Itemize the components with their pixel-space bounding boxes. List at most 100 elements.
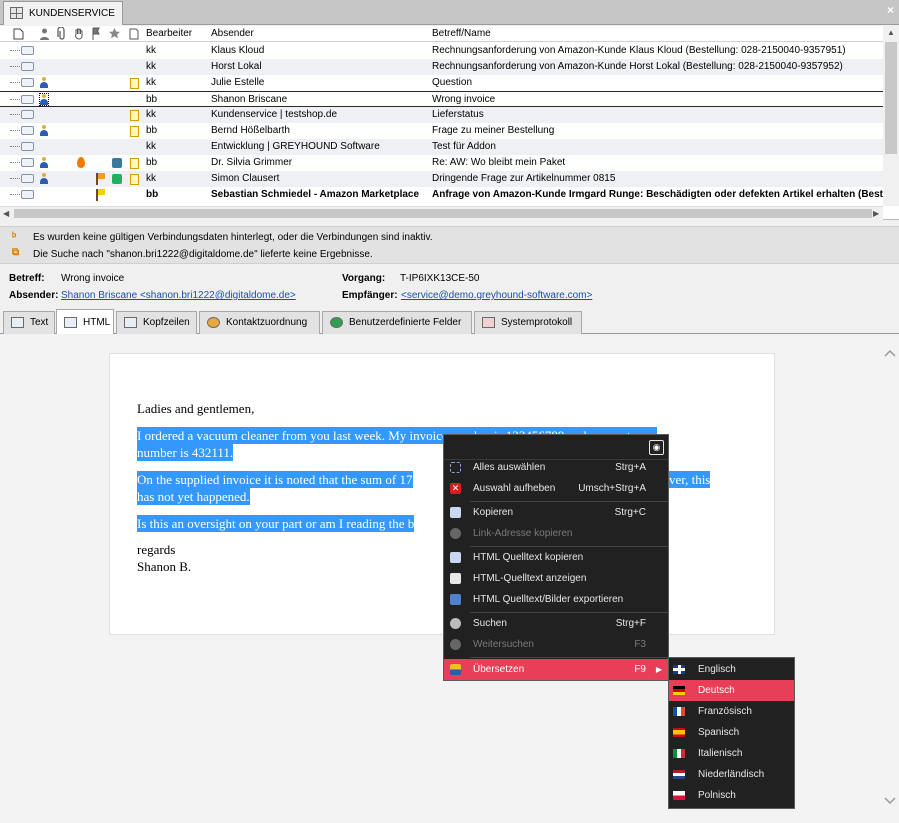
message-meta: Betreff: Wrong invoice Vorgang: T-IP6IXK… [0,268,899,304]
scroll-up-icon[interactable]: ▲ [887,28,895,37]
tab-kopfzeilen[interactable]: Kopfzeilen [116,311,197,334]
custom-fields-icon [330,317,343,328]
pin-icon[interactable]: ◉ [649,440,664,455]
cell-absender: Julie Estelle [211,77,265,88]
link-icon [450,528,461,539]
tab-kontaktzuordnung[interactable]: Kontaktzuordnung [199,311,320,334]
submenu-item-italienisch[interactable]: Italienisch [669,743,794,764]
cell-betreff: Rechnungsanforderung von Amazon-Kunde Ho… [432,61,843,72]
menu-item-search[interactable]: Suchen Strg+F [444,613,668,634]
col-betreff[interactable]: Betreff/Name [432,28,491,39]
submenu-item-franzoesisch[interactable]: Französisch [669,701,794,722]
cell-absender: Horst Lokal [211,61,262,72]
note-icon [130,110,139,121]
table-row[interactable]: bb Dr. Silvia Grimmer Re: AW: Wo bleibt … [0,155,883,171]
tab-html[interactable]: HTML [56,309,114,334]
col-absender[interactable]: Absender [211,28,254,39]
menu-item-export-html[interactable]: HTML Quelltext/Bilder exportieren [444,589,668,610]
contact-icon [40,157,48,168]
close-icon[interactable]: × [887,3,894,17]
flag-icon [96,189,105,201]
note-icon[interactable] [129,28,139,40]
menu-separator [470,657,668,658]
empfaenger-link[interactable]: <service@demo.greyhound-software.com> [401,290,592,301]
table-row[interactable]: kk Klaus Kloud Rechnungsanforderung von … [0,43,883,59]
cell-bearbeiter: kk [146,61,156,72]
app-tab-label: KUNDENSERVICE [29,8,115,19]
envelope-icon [21,46,34,55]
cell-bearbeiter: bb [146,189,159,200]
cell-absender: Kundenservice | testshop.de [211,109,338,120]
headers-icon [124,317,137,328]
chevron-up-icon[interactable] [884,349,896,357]
email-signature: Shanon B. [137,559,192,574]
table-row[interactable]: bb Bernd Hößelbarth Frage zu meiner Best… [0,123,883,139]
envelope-icon [21,110,34,119]
envelope-icon [21,190,34,199]
html-icon [64,317,77,328]
submenu-item-polnisch[interactable]: Polnisch [669,785,794,806]
info-bar: ᵇ Es wurden keine gültigen Verbindungsda… [0,226,899,264]
attachment-icon[interactable] [57,27,67,40]
cell-betreff: Question [432,77,473,88]
table-row[interactable]: kk Entwicklung | GREYHOUND Software Test… [0,139,883,155]
submenu-item-deutsch[interactable]: Deutsch [669,680,794,701]
scroll-thumb[interactable] [885,42,897,154]
table-row[interactable]: kk Kundenservice | testshop.de Liefersta… [0,107,883,123]
hand-icon[interactable] [74,27,84,40]
star-icon[interactable] [108,27,121,40]
chevron-down-icon[interactable] [884,797,896,805]
menu-item-copy[interactable]: Kopieren Strg+C [444,502,668,523]
table-row-unread[interactable]: bb Sebastian Schmiedel - Amazon Marketpl… [0,187,883,203]
email-regards: regards [137,542,176,557]
app-tab-kundenservice[interactable]: KUNDENSERVICE [3,1,123,25]
email-paragraph-2a: On the supplied invoice it is noted that… [137,471,413,488]
submenu-item-spanisch[interactable]: Spanisch [669,722,794,743]
col-bearbeiter[interactable]: Bearbeiter [146,28,192,39]
table-row[interactable]: kk Simon Clausert Dringende Frage zur Ar… [0,171,883,187]
page-icon[interactable] [13,28,24,40]
table-row[interactable]: kk Horst Lokal Rechnungsanforderung von … [0,59,883,75]
table-row-selected[interactable]: bb Shanon Briscane Wrong invoice [0,91,883,107]
scroll-thumb[interactable] [14,209,872,218]
cell-bearbeiter: bb [146,94,158,105]
absender-link[interactable]: Shanon Briscane <shanon.bri1222@digitald… [61,290,296,301]
flag-icon[interactable] [91,27,101,40]
grid-horizontal-scrollbar[interactable]: ◀ ▶ [0,206,883,220]
flag-icon [96,173,105,185]
tab-benutzerdefinierte-felder[interactable]: Benutzerdefinierte Felder [322,311,472,334]
search-icon [450,618,461,629]
menu-item-select-all[interactable]: Alles auswählen Strg+A [444,457,668,478]
menu-item-copy-link: Link-Adresse kopieren [444,523,668,544]
menu-item-deselect[interactable]: ✕ Auswahl aufheben Umsch+Strg+A [444,478,668,499]
scroll-right-icon[interactable]: ▶ [873,209,879,218]
content-vertical-scrollbar[interactable] [881,335,899,823]
scroll-left-icon[interactable]: ◀ [3,209,9,218]
text-icon [11,317,24,328]
polish-flag-icon [673,791,685,800]
grid-vertical-scrollbar[interactable]: ▲ [883,26,899,206]
email-greeting: Ladies and gentlemen, [137,401,255,416]
cell-bearbeiter: bb [146,125,158,136]
tab-text[interactable]: Text [3,311,55,334]
menu-item-view-html-source[interactable]: HTML-Quelltext anzeigen [444,568,668,589]
contact-icon [39,93,49,106]
table-row[interactable]: kk Julie Estelle Question [0,75,883,91]
cell-absender: Simon Clausert [211,173,280,184]
cell-betreff: Re: AW: Wo bleibt mein Paket [432,157,566,168]
envelope-icon [21,174,34,183]
submenu-item-niederlaendisch[interactable]: Niederländisch [669,764,794,785]
menu-item-copy-html-source[interactable]: HTML Quelltext kopieren [444,547,668,568]
cell-betreff: Anfrage von Amazon-Kunde Irmgard Runge: … [432,189,883,200]
cell-betreff: Wrong invoice [432,94,496,105]
email-body[interactable]: Ladies and gentlemen, I ordered a vacuum… [109,353,775,635]
french-flag-icon [673,707,685,716]
menu-item-translate[interactable]: Übersetzen F9 ▶ [444,659,668,680]
tab-systemprotokoll[interactable]: Systemprotokoll [474,311,582,334]
person-icon[interactable] [40,28,49,40]
search-next-icon [450,639,461,650]
submenu-item-englisch[interactable]: Englisch [669,659,794,680]
cell-absender: Bernd Hößelbarth [211,125,290,136]
cell-absender: Entwicklung | GREYHOUND Software [211,141,380,152]
envelope-icon [21,158,34,167]
